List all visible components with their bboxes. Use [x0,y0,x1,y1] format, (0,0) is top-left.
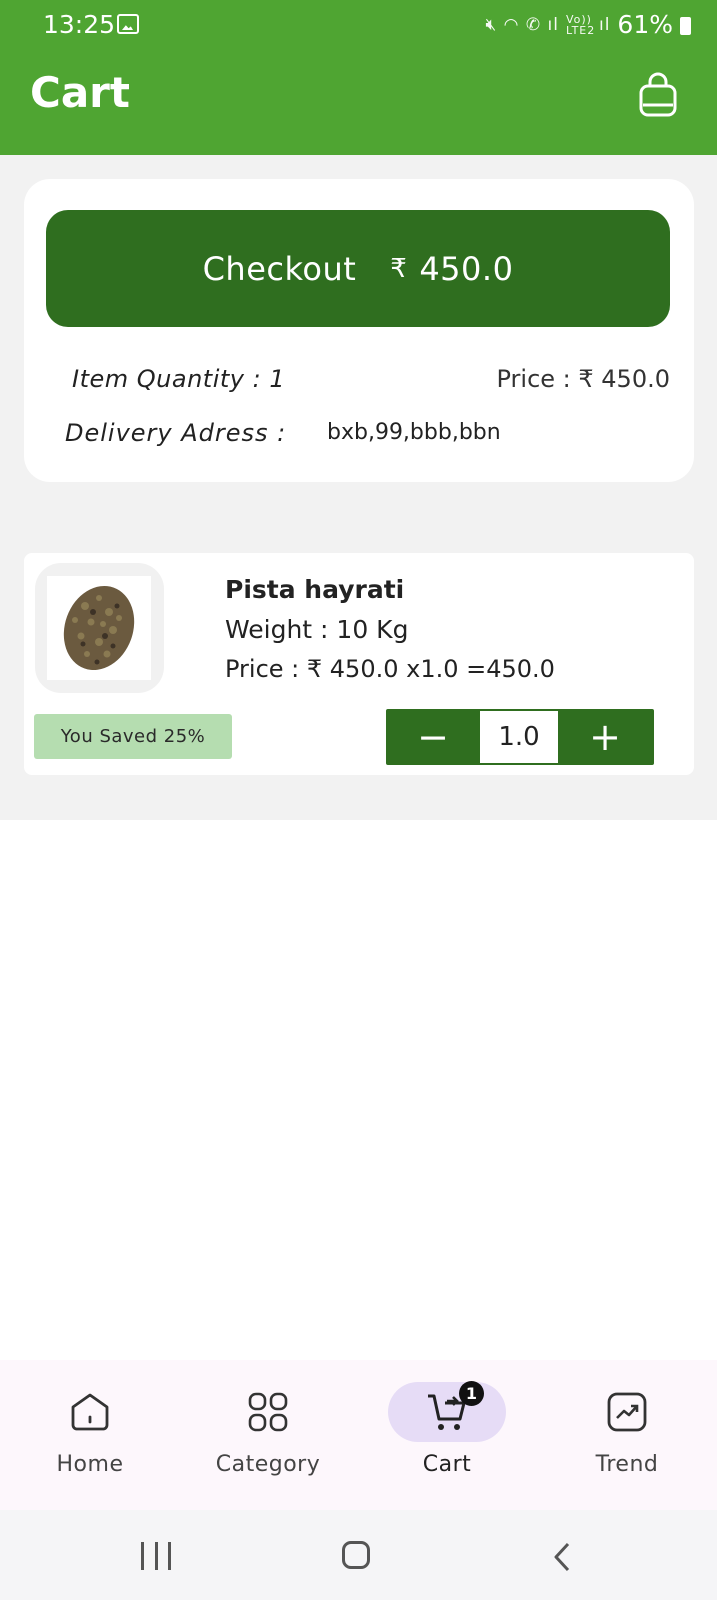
product-image [47,576,151,680]
product-name: Pista hayrati [225,575,405,604]
status-right: 🔇︎ ◠ ✆ ıl Vo)) LTE2 ıl 61% [486,10,691,39]
nav-cart-label: Cart [422,1452,472,1477]
bottom-navigation: Home Category 1 Cart Trend [0,1360,717,1510]
checkout-amount: 450.0 [419,249,514,288]
quantity-stepper: − 1.0 + [386,709,654,765]
cart-item: Pista hayrati Weight : 10 Kg Price : ₹ 4… [24,553,694,775]
nav-category-label: Category [215,1452,321,1477]
mute-wifi-signal-icon: 🔇︎ ◠ ✆ ıl [485,14,559,35]
recent-apps-icon[interactable] [141,1542,171,1570]
nav-trend[interactable]: Trend [547,1382,707,1477]
checkout-summary-card: Checkout ₹ 450.0 Item Quantity : 1 Price… [24,179,694,482]
checkout-label: Checkout [202,249,357,288]
checkout-button[interactable]: Checkout ₹ 450.0 [46,210,670,327]
trend-icon [607,1392,647,1432]
nav-category[interactable]: Category [188,1382,348,1477]
status-time: 13:25 [43,10,116,39]
page-title: Cart [30,68,130,117]
delivery-address-label: Delivery Adress : [65,419,287,447]
back-icon[interactable] [552,1542,572,1572]
battery-percent: 61% [617,10,673,39]
cart-count-badge: 1 [459,1381,484,1406]
decrement-button[interactable]: − [386,709,480,765]
quantity-value[interactable]: 1.0 [480,711,558,763]
shopping-bag-icon[interactable] [638,72,678,118]
signal-icon: ıl [598,14,611,35]
nav-cart[interactable]: 1 Cart [367,1381,527,1477]
gallery-notification-icon [117,14,139,34]
system-navigation-bar [0,1510,717,1600]
nav-home[interactable]: Home [10,1382,170,1477]
product-weight: Weight : 10 Kg [225,615,409,644]
nav-home-label: Home [56,1452,124,1477]
total-price: Price : ₹ 450.0 [496,365,671,393]
battery-icon [680,16,691,35]
increment-button[interactable]: + [558,709,652,765]
currency-symbol: ₹ [390,253,408,284]
item-quantity: Item Quantity : 1 [72,365,286,393]
status-bar: 13:25 🔇︎ ◠ ✆ ıl Vo)) LTE2 ıl 61% [0,0,717,50]
nav-trend-label: Trend [595,1452,659,1477]
system-home-icon[interactable] [342,1541,370,1569]
category-grid-icon [248,1392,288,1432]
product-image-frame[interactable] [35,563,164,693]
product-price-line: Price : ₹ 450.0 x1.0 =450.0 [225,655,555,683]
app-bar: Cart [0,50,717,155]
home-icon [71,1393,109,1431]
lte-signal-label: Vo)) LTE2 [565,12,596,37]
delivery-address-value: bxb,99,bbb,bbn [327,420,501,445]
savings-badge: You Saved 25% [34,714,232,759]
